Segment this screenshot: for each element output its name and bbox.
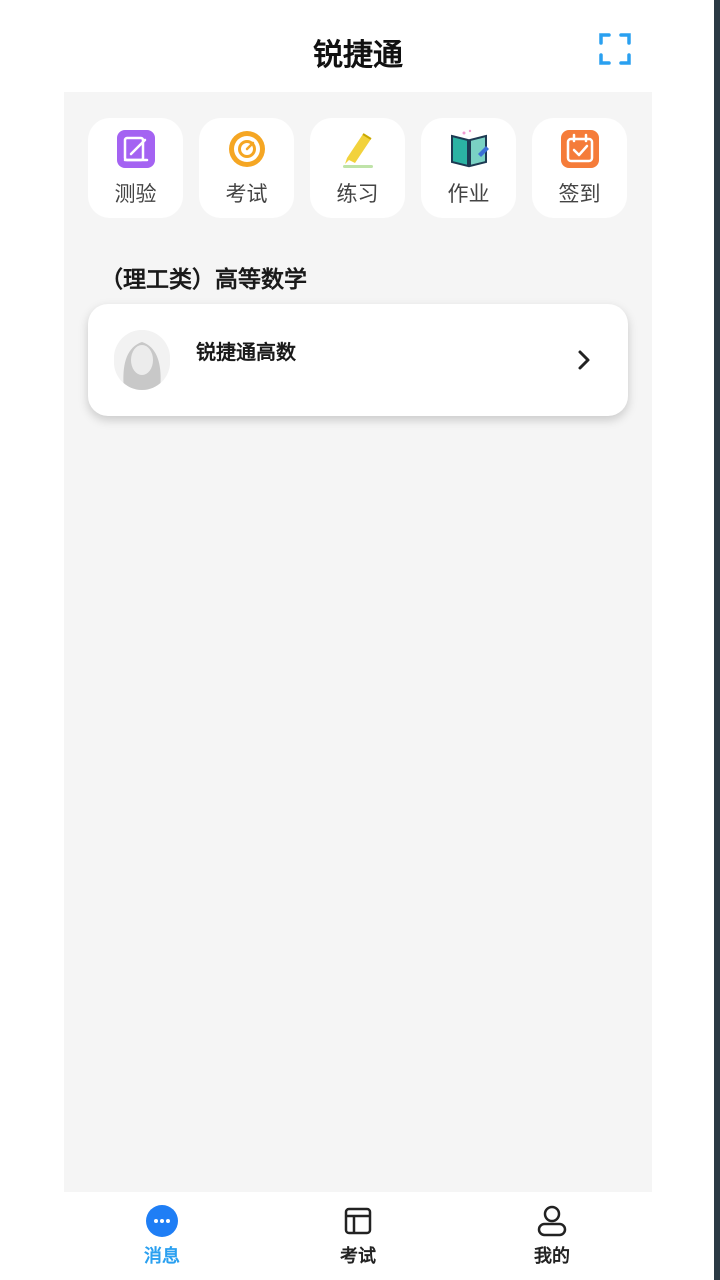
scan-icon — [599, 33, 631, 65]
quick-action-label: 练习 — [336, 182, 379, 206]
avatar-placeholder-icon — [114, 330, 170, 390]
quick-action-label: 签到 — [558, 182, 601, 206]
quick-action-label: 作业 — [447, 182, 490, 206]
message-icon — [146, 1205, 178, 1237]
quick-action-practice[interactable]: 练习 — [310, 118, 405, 218]
quick-action-label: 测验 — [114, 182, 157, 206]
main-content: 测验 考试 练习 作业 签到 （理工类）高等数学 锐捷通高数 — [64, 92, 652, 1192]
tab-messages[interactable]: 消息 — [102, 1204, 222, 1274]
quick-action-checkin[interactable]: 签到 — [532, 118, 627, 218]
quick-actions: 测验 考试 练习 作业 签到 — [88, 118, 628, 218]
target-icon — [228, 131, 265, 167]
bottom-tab-bar: 消息 考试 我的 — [64, 1192, 652, 1280]
tab-profile[interactable]: 我的 — [492, 1204, 612, 1274]
calendar-check-icon — [560, 130, 599, 168]
page-title: 锐捷通 — [313, 38, 403, 73]
quiz-icon — [116, 130, 155, 168]
pencil-icon — [342, 133, 373, 168]
screen: 锐捷通 测验 考试 练习 作业 签到 （理工类）高等数学 锐捷通高数 消息 考试… — [0, 0, 720, 1280]
tab-label: 考试 — [340, 1246, 376, 1267]
course-name: 锐捷通高数 — [196, 340, 296, 364]
exam-icon — [344, 1207, 372, 1235]
avatar — [114, 330, 170, 390]
tab-label: 消息 — [144, 1246, 180, 1267]
quick-action-homework[interactable]: 作业 — [421, 118, 516, 218]
quick-action-quiz[interactable]: 测验 — [88, 118, 183, 218]
course-section-title: （理工类）高等数学 — [100, 267, 307, 293]
scan-button[interactable] — [598, 32, 632, 66]
tab-label: 我的 — [534, 1246, 570, 1267]
app-window: 锐捷通 测验 考试 练习 作业 签到 （理工类）高等数学 锐捷通高数 消息 考试… — [64, 0, 652, 1280]
course-card[interactable]: 锐捷通高数 — [88, 304, 628, 416]
book-icon — [450, 129, 489, 168]
quick-action-label: 考试 — [225, 182, 268, 206]
chevron-right-icon — [578, 350, 590, 370]
window-edge — [714, 0, 720, 1280]
top-bar: 锐捷通 — [64, 0, 652, 92]
quick-action-exam[interactable]: 考试 — [199, 118, 294, 218]
user-icon — [537, 1205, 567, 1237]
tab-exam[interactable]: 考试 — [298, 1204, 418, 1274]
